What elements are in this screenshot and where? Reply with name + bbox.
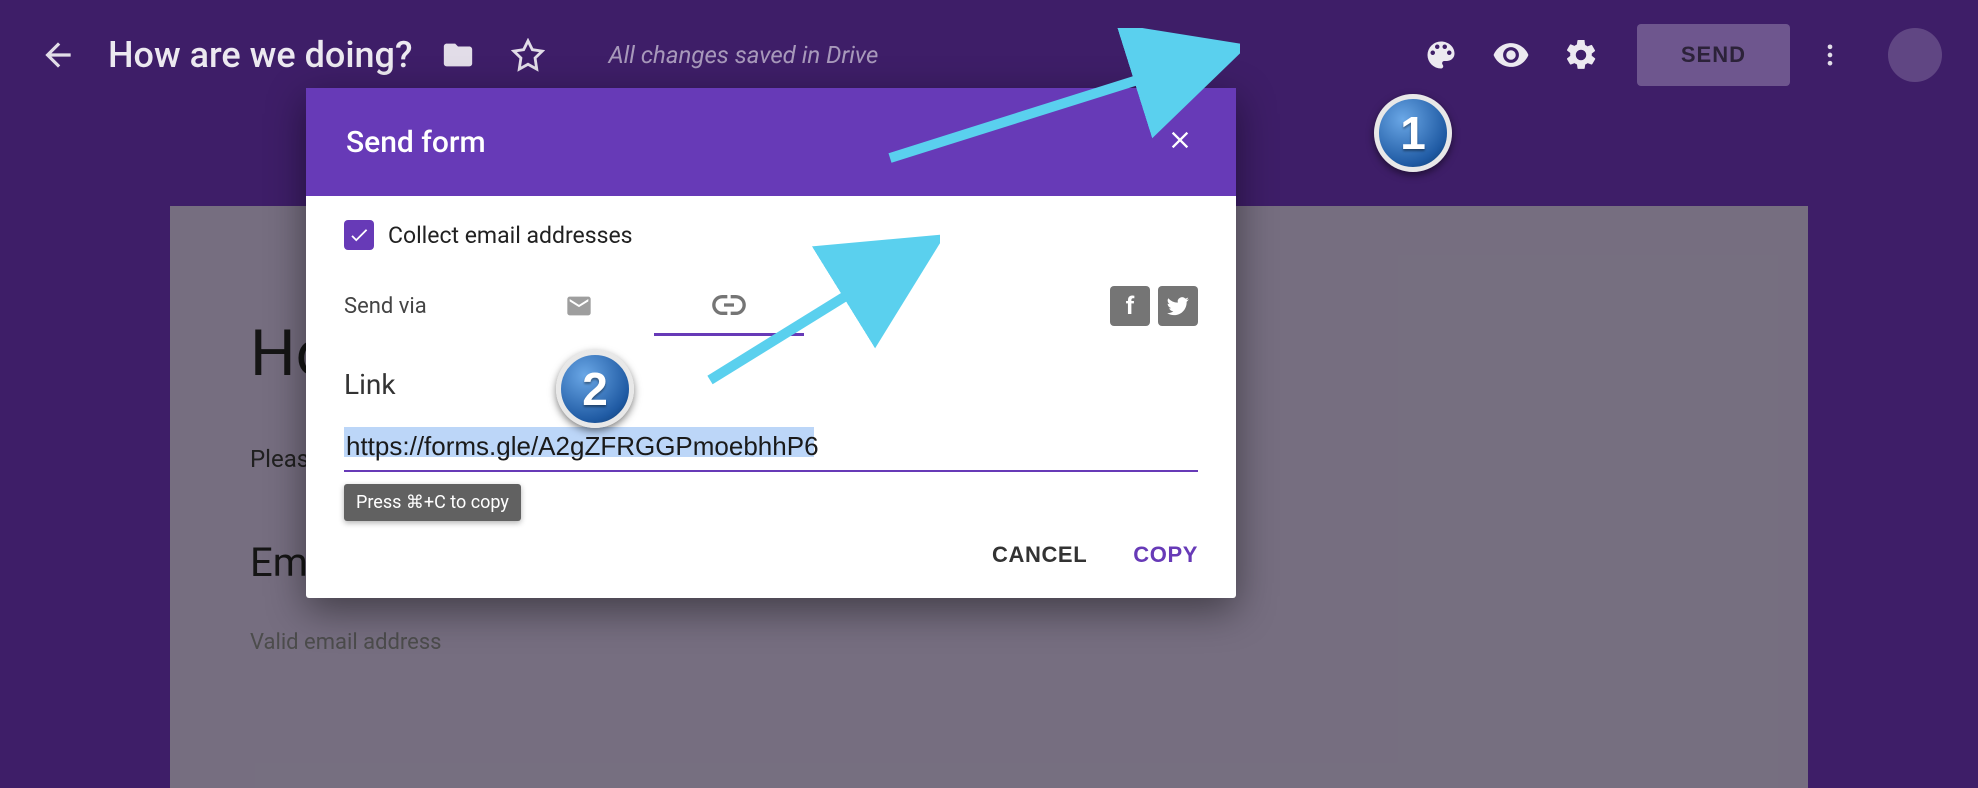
palette-icon[interactable] xyxy=(1411,25,1471,85)
copy-button[interactable]: COPY xyxy=(1133,542,1198,568)
drive-save-status: All changes saved in Drive xyxy=(608,41,878,69)
link-section-label: Link xyxy=(344,368,1198,401)
cancel-button[interactable]: CANCEL xyxy=(992,542,1087,568)
collect-emails-label: Collect email addresses xyxy=(388,222,633,249)
preview-eye-icon[interactable] xyxy=(1481,25,1541,85)
modal-header: Send form xyxy=(306,88,1236,196)
copy-tooltip: Press ⌘+C to copy xyxy=(344,484,521,521)
send-via-label: Send via xyxy=(344,294,504,319)
send-via-link-tab[interactable] xyxy=(654,276,804,336)
annotation-badge-2: 2 xyxy=(556,350,634,428)
settings-gear-icon[interactable] xyxy=(1551,25,1611,85)
modal-title: Send form xyxy=(346,125,1158,160)
form-title[interactable]: How are we doing? xyxy=(108,34,412,76)
share-twitter-button[interactable] xyxy=(1158,286,1198,326)
close-icon[interactable] xyxy=(1158,118,1202,166)
back-arrow-icon[interactable] xyxy=(28,25,88,85)
annotation-badge-1: 1 xyxy=(1374,94,1452,172)
share-facebook-button[interactable]: f xyxy=(1110,286,1150,326)
send-via-email-tab[interactable] xyxy=(504,276,654,336)
star-icon[interactable] xyxy=(498,25,558,85)
account-avatar[interactable] xyxy=(1888,28,1942,82)
send-form-modal: Send form Collect email addresses Send v… xyxy=(306,88,1236,598)
collect-emails-checkbox[interactable] xyxy=(344,220,374,250)
link-url-input[interactable] xyxy=(344,425,1198,472)
folder-icon[interactable] xyxy=(428,25,488,85)
send-via-embed-tab[interactable] xyxy=(804,276,954,336)
send-button[interactable]: SEND xyxy=(1637,24,1790,86)
more-menu-icon[interactable] xyxy=(1800,25,1860,85)
